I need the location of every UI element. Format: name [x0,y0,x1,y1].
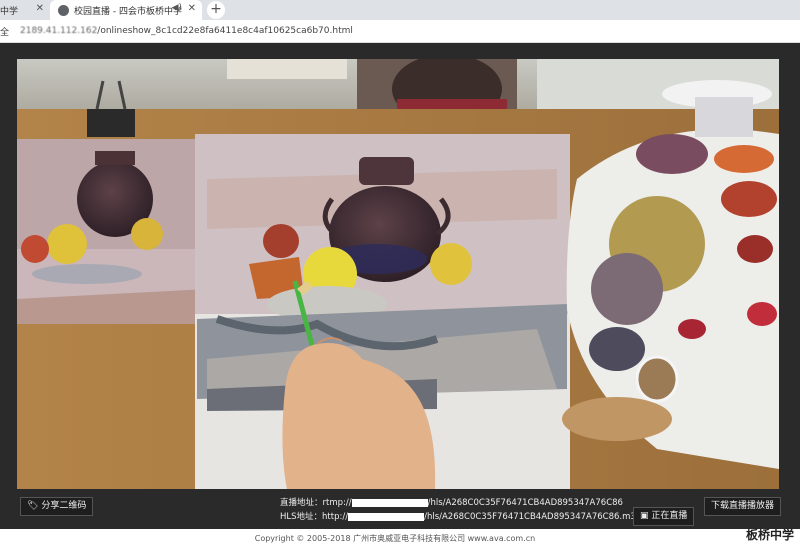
security-indicator[interactable]: 全 [0,25,14,38]
tab-title: 中学 [0,6,19,17]
download-player-button[interactable]: 下载直播播放器 [704,497,782,516]
hls-address[interactable]: HLS地址：http:// /hls/A268C0C35F76471CB4AD89… [280,510,647,522]
page-footer: Copyright © 2005-2018 广州市奥威亚电子科技有限公司 www… [0,528,800,549]
new-tab-button[interactable]: + [207,1,225,19]
close-icon[interactable]: ✕ [36,3,44,14]
player-controls: 🏷 分享二维码 直播地址：rtmp:// /hls/A268C0C35F76471… [0,489,800,529]
rtmp-label: 直播地址：rtmp:// [280,498,352,508]
live-icon: ▣ [640,511,649,521]
browser-tab[interactable]: 中学 ✕ [0,0,50,20]
live-video[interactable] [17,59,779,489]
page-content: 🏷 分享二维码 直播地址：rtmp:// /hls/A268C0C35F76471… [0,43,800,529]
url-host: 2189.41.112.162 [20,26,98,36]
tag-icon: 🏷 [27,501,39,511]
globe-icon [58,4,69,16]
share-qr-button[interactable]: 🏷 分享二维码 [20,497,94,516]
live-status-button[interactable]: ▣ 正在直播 [633,507,695,526]
address-bar[interactable]: 全 2189.41.112.162/onlineshow_8c1cd22e8fa… [0,20,800,43]
live-label: 正在直播 [651,511,688,521]
tab-title: 校园直播 - 四会市板桥中学 [74,6,182,17]
copyright-text: Copyright © 2005-2018 广州市奥威亚电子科技有限公司 www… [254,534,536,543]
video-frame-image [17,59,779,489]
hls-label: HLS地址：http:// [280,512,349,522]
speaker-icon[interactable]: ◀) [172,3,182,13]
browser-tab-bar: 中学 ✕ 校园直播 - 四会市板桥中学 ◀) ✕ + [0,0,800,20]
browser-tab-active[interactable]: 校园直播 - 四会市板桥中学 ◀) ✕ [50,0,202,20]
redacted-host [351,498,428,507]
close-icon[interactable]: ✕ [188,3,196,14]
hls-suffix: /hls/A268C0C35F76471CB4AD895347A76C86.m3… [424,512,647,522]
rtmp-suffix: /hls/A268C0C35F76471CB4AD895347A76C86 [427,498,623,508]
share-qr-label: 分享二维码 [41,501,87,511]
url-text[interactable]: 2189.41.112.162/onlineshow_8c1cd22e8fa64… [20,26,353,36]
redacted-host [348,512,425,521]
watermark-text: 板桥中学 [745,528,794,542]
rtmp-address[interactable]: 直播地址：rtmp:// /hls/A268C0C35F76471CB4AD895… [280,496,623,508]
url-path: /onlineshow_8c1cd22e8fa6411e8c4af10625ca… [97,26,353,36]
